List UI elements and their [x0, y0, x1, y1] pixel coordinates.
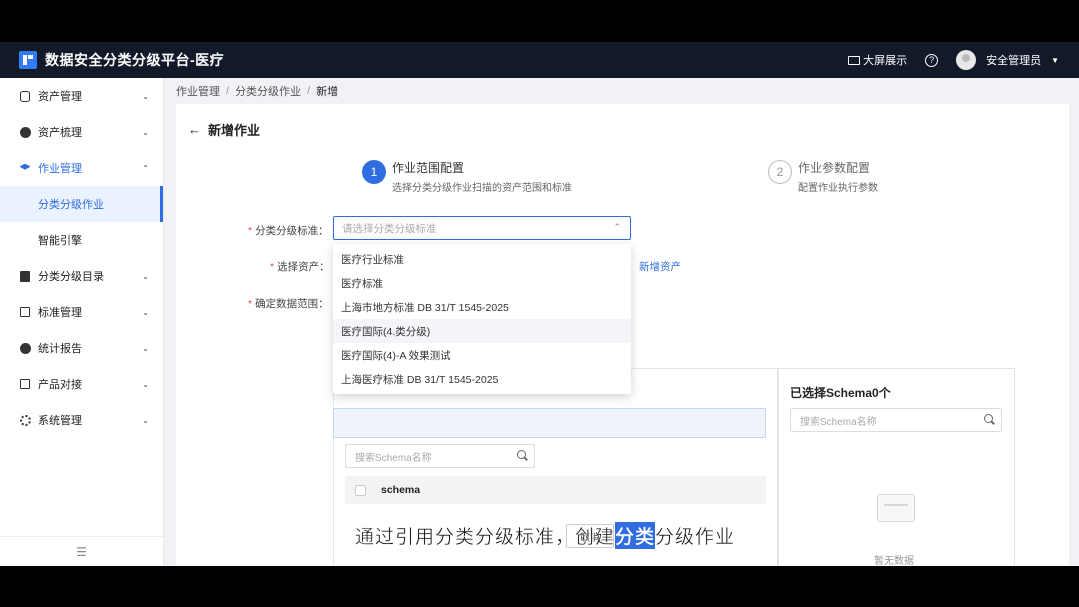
chevron-down-icon: ⌄ [142, 271, 149, 281]
subtitle-part-1: 通过引用分类分级标准，创建 [355, 525, 616, 548]
breadcrumb: 作业管理 / 分类分级作业 / 新增 [176, 78, 338, 104]
schema-table-header: schema [345, 476, 766, 504]
sidebar-item-integration[interactable]: 产品对接 ⌄ [0, 366, 163, 402]
schema-search-placeholder: 搜索Schema名称 [355, 452, 432, 464]
dropdown-option[interactable]: 医疗标准 [333, 271, 631, 295]
chart-icon [19, 342, 31, 354]
sidebar-item-system[interactable]: 系统管理 ⌄ [0, 402, 163, 438]
video-subtitle: 通过引用分类分级标准，创建 分类 分级作业 [355, 521, 735, 549]
chevron-down-icon: ⌄ [142, 307, 149, 317]
step-description: 选择分类分级作业扫描的资产范围和标准 [392, 183, 572, 194]
standard-dropdown: 医疗行业标准 医疗标准 上海市地方标准 DB 31/T 1545-2025 医疗… [333, 244, 631, 394]
sidebar-item-label: 标准管理 [38, 307, 82, 319]
help-icon[interactable]: ? [925, 53, 939, 67]
sidebar-item-assets[interactable]: 资产管理 ⌄ [0, 78, 163, 114]
sidebar-item-standards[interactable]: 标准管理 ⌄ [0, 294, 163, 330]
breadcrumb-separator: / [307, 85, 311, 97]
caret-down-icon[interactable]: ▼ [1051, 56, 1059, 65]
standard-select[interactable]: 请选择分类分级标准 ⌃ [333, 216, 631, 240]
sidebar-item-label: 作业管理 [38, 163, 82, 175]
sidebar-item-reports[interactable]: 统计报告 ⌄ [0, 330, 163, 366]
monitor-icon [848, 55, 861, 65]
select-all-checkbox[interactable] [355, 484, 366, 496]
chevron-down-icon: ⌄ [142, 343, 149, 353]
book-icon [19, 270, 31, 282]
standard-label: * 分类分级标准： [248, 225, 329, 237]
plug-icon [19, 378, 31, 390]
search-icon [517, 450, 526, 459]
selected-schema-search-input[interactable]: 搜索Schema名称 [790, 408, 1002, 432]
chevron-up-icon: ⌃ [142, 163, 149, 173]
breadcrumb-item-classification-job[interactable]: 分类分级作业 [235, 83, 301, 99]
sidebar-item-smart-engine[interactable]: 智能引擎 [0, 222, 163, 258]
avatar[interactable] [956, 50, 977, 70]
page-title: 新增作业 [208, 123, 261, 138]
sidebar-item-asset-sorting[interactable]: 资产梳理 ⌄ [0, 114, 163, 150]
main-card: ← 新增作业 1 作业范围配置 选择分类分级作业扫描的资产范围和标准 2 作业参… [176, 104, 1069, 566]
step-title: 作业范围配置 [392, 161, 465, 175]
new-asset-link[interactable]: 新增资产 [639, 259, 681, 274]
step-number: 1 [362, 160, 386, 184]
subtitle-part-2: 分级作业 [655, 525, 736, 548]
user-name[interactable]: 安全管理员 [986, 52, 1041, 68]
app-window: 数据安全分类分级平台-医疗 大屏展示 ? 安全管理员 ▼ 资产管理 ⌄ 资产梳理… [0, 42, 1079, 566]
step-2: 2 作业参数配置 配置作业执行参数 [768, 160, 878, 194]
app-logo [19, 51, 37, 69]
chevron-down-icon: ⌄ [142, 91, 149, 101]
scope-label: * 确定数据范围： [248, 298, 329, 310]
sidebar-item-label: 产品对接 [38, 379, 82, 391]
step-1: 1 作业范围配置 选择分类分级作业扫描的资产范围和标准 [362, 160, 572, 194]
big-screen-label: 大屏展示 [863, 55, 908, 67]
big-screen-button[interactable]: 大屏展示 [848, 52, 907, 68]
breadcrumb-separator: / [226, 85, 230, 97]
collapse-sidebar-icon[interactable]: ☰ [0, 536, 163, 566]
search-icon [984, 414, 993, 423]
sidebar-item-classification-job[interactable]: 分类分级作业 [0, 186, 163, 222]
compass-icon [19, 126, 31, 138]
selected-schema-search-placeholder: 搜索Schema名称 [800, 416, 877, 428]
dropdown-option[interactable]: 医疗行业标准 [333, 247, 631, 271]
chevron-down-icon: ⌄ [142, 379, 149, 389]
step-title: 作业参数配置 [798, 161, 871, 175]
chevron-down-icon: ⌄ [142, 127, 149, 137]
sidebar: 资产管理 ⌄ 资产梳理 ⌄ 作业管理 ⌃ 分类分级作业 智能引擎 分类分级目录 … [0, 78, 164, 566]
top-header: 数据安全分类分级平台-医疗 大屏展示 ? 安全管理员 ▼ [0, 42, 1079, 78]
settings-icon [19, 414, 31, 426]
dropdown-option[interactable]: 医疗国际(4.类分级) [333, 319, 631, 343]
header-actions: 大屏展示 ? 安全管理员 ▼ [848, 42, 1059, 78]
sidebar-item-catalog[interactable]: 分类分级目录 ⌄ [0, 258, 163, 294]
sidebar-item-label: 统计报告 [38, 343, 82, 355]
empty-inbox-icon [877, 494, 915, 522]
app-title: 数据安全分类分级平台-医疗 [45, 52, 225, 68]
step-description: 配置作业执行参数 [798, 183, 878, 194]
layers-icon [19, 162, 31, 174]
breadcrumb-item-current: 新增 [316, 86, 339, 98]
chevron-down-icon: ⌄ [142, 415, 149, 425]
chevron-up-icon: ⌃ [613, 222, 621, 232]
standard-icon [19, 306, 31, 318]
selected-source-row[interactable] [333, 408, 766, 438]
selected-schema-title: 已选择Schema0个 [790, 386, 891, 400]
sidebar-item-jobs[interactable]: 作业管理 ⌃ [0, 150, 163, 186]
breadcrumb-item-jobs[interactable]: 作业管理 [176, 83, 220, 99]
step-number: 2 [768, 160, 792, 184]
sidebar-item-label: 资产管理 [38, 91, 82, 103]
schema-column-header: schema [381, 484, 421, 496]
sidebar-item-label: 分类分级目录 [38, 271, 104, 283]
schema-search-input[interactable]: 搜索Schema名称 [345, 444, 535, 468]
dropdown-option[interactable]: 医疗国际(4)-A 效果测试 [333, 343, 631, 367]
page-header: ← 新增作业 [188, 120, 260, 139]
standard-select-placeholder: 请选择分类分级标准 [342, 222, 437, 235]
sidebar-item-label: 资产梳理 [38, 127, 82, 139]
asset-label: * 选择资产： [270, 261, 330, 273]
empty-text: 暂无数据 [874, 556, 914, 566]
dropdown-option[interactable]: 上海市地方标准 DB 31/T 1545-2025 [333, 295, 631, 319]
subtitle-highlight: 分类 [615, 521, 656, 549]
dropdown-option[interactable]: 上海医疗标准 DB 31/T 1545-2025 [333, 367, 631, 391]
back-arrow-icon[interactable]: ← [188, 122, 201, 137]
sidebar-item-label: 系统管理 [38, 415, 82, 427]
database-icon [19, 90, 31, 102]
